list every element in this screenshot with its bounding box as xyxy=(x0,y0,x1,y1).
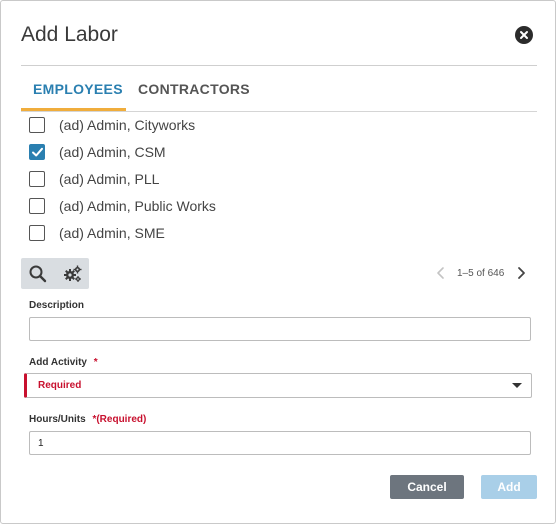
activity-label: Add Activity * xyxy=(29,357,98,368)
employee-name: (ad) Admin, Public Works xyxy=(59,198,216,214)
add-button[interactable]: Add xyxy=(481,475,537,499)
employee-name: (ad) Admin, Cityworks xyxy=(59,117,196,133)
cancel-button[interactable]: Cancel xyxy=(390,475,464,499)
list-item[interactable]: (ad) Admin, SME xyxy=(29,225,329,245)
tab-employees[interactable]: EMPLOYEES xyxy=(33,81,123,97)
add-labor-dialog: Add Labor EMPLOYEES CONTRACTORS (ad) Adm… xyxy=(0,0,556,524)
header-divider xyxy=(21,65,537,66)
list-item[interactable]: (ad) Admin, Cityworks xyxy=(29,117,329,137)
hours-label: Hours/Units *(Required) xyxy=(29,414,146,425)
search-icon[interactable] xyxy=(28,264,48,284)
hours-label-text: Hours/Units xyxy=(29,414,86,425)
activity-select[interactable]: Required xyxy=(24,373,532,398)
checkbox-checked[interactable] xyxy=(29,144,45,160)
checkbox[interactable] xyxy=(29,225,45,241)
checkbox[interactable] xyxy=(29,117,45,133)
chevron-right-icon[interactable] xyxy=(514,265,528,281)
caret-down-icon xyxy=(512,383,522,388)
list-item[interactable]: (ad) Admin, PLL xyxy=(29,171,329,191)
list-item[interactable]: (ad) Admin, Public Works xyxy=(29,198,329,218)
hours-field[interactable]: 1 xyxy=(29,431,531,455)
description-field[interactable] xyxy=(29,317,531,341)
checkbox[interactable] xyxy=(29,198,45,214)
checkmark-icon xyxy=(32,147,43,157)
activity-label-text: Add Activity xyxy=(29,357,87,368)
gears-icon[interactable] xyxy=(63,264,83,284)
description-label: Description xyxy=(29,300,85,311)
employee-name: (ad) Admin, CSM xyxy=(59,144,166,160)
list-item[interactable]: (ad) Admin, CSM xyxy=(29,144,329,164)
checkbox[interactable] xyxy=(29,171,45,187)
employee-name: (ad) Admin, SME xyxy=(59,225,165,241)
list-toolbar xyxy=(21,258,89,289)
tab-contractors[interactable]: CONTRACTORS xyxy=(138,81,250,97)
hours-value: 1 xyxy=(38,438,44,449)
close-icon[interactable] xyxy=(515,26,533,44)
activity-value: Required xyxy=(38,380,82,391)
employee-name: (ad) Admin, PLL xyxy=(59,171,160,187)
dialog-title: Add Labor xyxy=(21,23,118,46)
required-note: *(Required) xyxy=(92,414,147,425)
tabs-divider xyxy=(21,111,537,112)
pagination-status: 1–5 of 646 xyxy=(457,268,505,279)
required-star: * xyxy=(93,357,98,368)
chevron-left-icon[interactable] xyxy=(434,265,448,281)
